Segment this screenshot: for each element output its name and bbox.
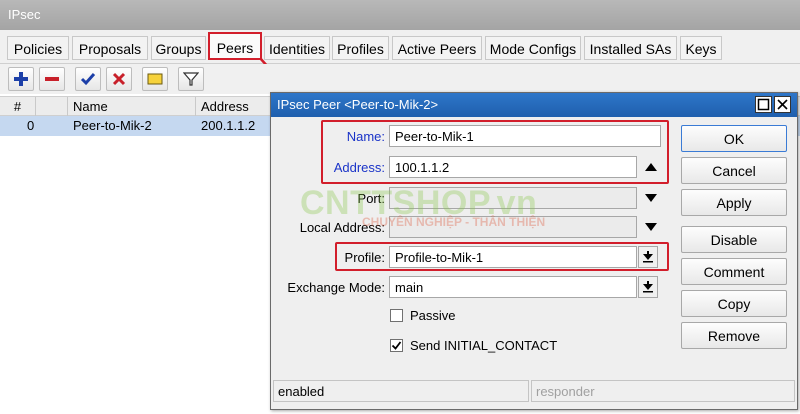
dropdown-arrow-icon — [643, 251, 653, 263]
remove-button[interactable] — [39, 67, 65, 91]
tab-bar: Policies Proposals Groups Peers Identiti… — [0, 30, 800, 64]
tab-groups[interactable]: Groups — [151, 36, 206, 60]
address-label: Address: — [333, 160, 385, 175]
exchange-mode-label: Exchange Mode: — [287, 280, 385, 295]
row-address: 200.1.1.2 — [201, 118, 256, 133]
filter-icon — [183, 72, 199, 86]
tab-profiles[interactable]: Profiles — [332, 36, 389, 60]
watermark-slogan: CHUYÊN NGHIỆP - THÂN THIỆN — [362, 215, 546, 229]
disable-button-dialog[interactable]: Disable — [681, 226, 787, 253]
tab-keys[interactable]: Keys — [680, 36, 722, 60]
remove-icon — [45, 77, 59, 81]
ipsec-peer-dialog: IPsec Peer <Peer-to-Mik-2> Name: Peer-to… — [270, 92, 798, 410]
status-enabled: enabled — [273, 380, 529, 402]
exchange-mode-dropdown-button[interactable] — [638, 276, 658, 298]
disable-button[interactable] — [106, 67, 132, 91]
tab-mode-configs[interactable]: Mode Configs — [485, 36, 581, 60]
dialog-title: IPsec Peer <Peer-to-Mik-2> — [271, 93, 797, 117]
comment-icon — [147, 73, 163, 85]
remove-button-dialog[interactable]: Remove — [681, 322, 787, 349]
column-address[interactable]: Address — [196, 97, 276, 117]
send-initial-contact-checkbox[interactable] — [390, 339, 403, 352]
triangle-up-icon — [645, 163, 657, 171]
cancel-button[interactable]: Cancel — [681, 157, 787, 184]
add-icon — [14, 72, 28, 86]
name-label: Name: — [346, 129, 385, 144]
row-name: Peer-to-Mik-2 — [73, 118, 152, 133]
copy-button[interactable]: Copy — [681, 290, 787, 317]
apply-button[interactable]: Apply — [681, 189, 787, 216]
close-icon — [777, 99, 788, 110]
status-responder: responder — [531, 380, 795, 402]
column-flags[interactable] — [36, 97, 68, 117]
window-title: IPsec — [0, 0, 800, 30]
toolbar — [0, 64, 800, 94]
row-index: 0 — [27, 118, 35, 133]
maximize-icon — [757, 98, 770, 111]
maximize-button[interactable] — [755, 96, 772, 113]
exchange-mode-select[interactable]: main — [389, 276, 637, 298]
checkmark-icon — [391, 341, 402, 350]
profile-dropdown-button[interactable] — [638, 246, 658, 268]
column-index[interactable]: # — [0, 97, 36, 117]
address-toggle-button[interactable] — [641, 156, 661, 178]
column-name[interactable]: Name — [68, 97, 196, 117]
triangle-down-icon — [645, 194, 657, 202]
filter-button[interactable] — [178, 67, 204, 91]
ok-button[interactable]: OK — [681, 125, 787, 152]
comment-button-dialog[interactable]: Comment — [681, 258, 787, 285]
name-field[interactable]: Peer-to-Mik-1 — [389, 125, 661, 147]
tab-proposals[interactable]: Proposals — [72, 36, 148, 60]
comment-button[interactable] — [142, 67, 168, 91]
port-toggle-button[interactable] — [641, 187, 661, 209]
passive-checkbox[interactable] — [390, 309, 403, 322]
passive-label: Passive — [410, 308, 456, 323]
local-address-toggle-button[interactable] — [641, 216, 661, 238]
enable-check-icon — [80, 73, 96, 86]
tab-installed-sas[interactable]: Installed SAs — [584, 36, 677, 60]
address-field[interactable]: 100.1.1.2 — [389, 156, 637, 178]
dropdown-arrow-icon — [643, 281, 653, 293]
profile-label: Profile: — [344, 250, 385, 265]
triangle-down-icon — [645, 223, 657, 231]
profile-select[interactable]: Profile-to-Mik-1 — [389, 246, 637, 268]
close-button[interactable] — [774, 96, 791, 113]
tab-active-peers[interactable]: Active Peers — [392, 36, 482, 60]
disable-x-icon — [112, 72, 126, 86]
enable-button[interactable] — [75, 67, 101, 91]
add-button[interactable] — [8, 67, 34, 91]
tab-policies[interactable]: Policies — [7, 36, 69, 60]
send-initial-contact-label: Send INITIAL_CONTACT — [410, 338, 558, 353]
